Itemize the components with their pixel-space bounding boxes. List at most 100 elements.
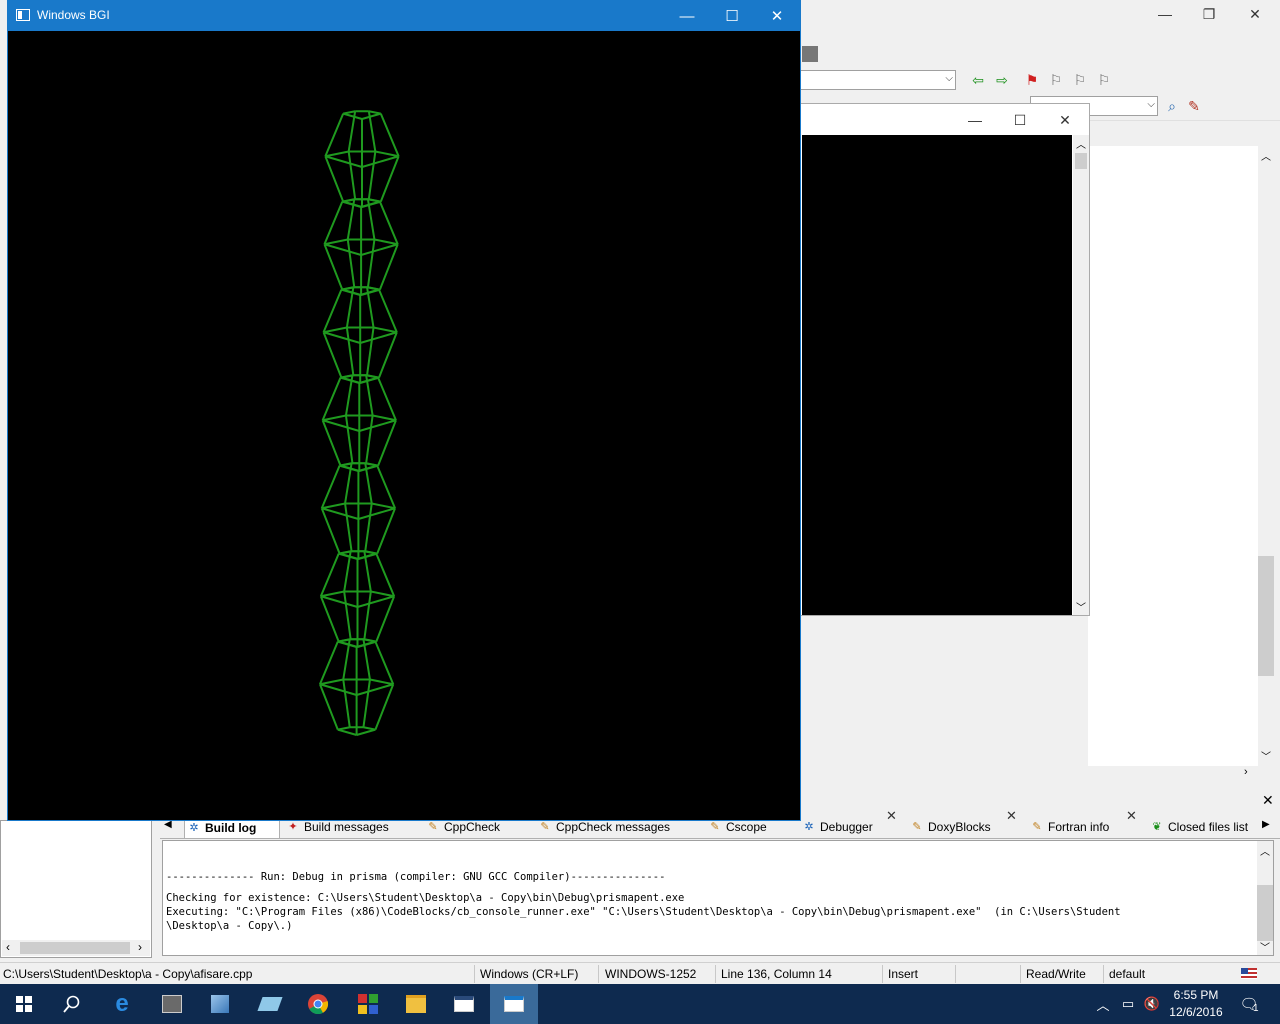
ide-restore-button[interactable]: ❐ xyxy=(1186,0,1232,28)
pencil-icon: ✎ xyxy=(540,821,550,833)
tab-scroll-right-icon[interactable]: ▶ xyxy=(1262,819,1270,830)
wireframe-edge xyxy=(319,683,339,730)
tab-closed-files-list[interactable]: ❦ Closed files list xyxy=(1148,816,1262,838)
clock-date[interactable]: 12/6/2016 xyxy=(1162,1005,1230,1019)
scroll-thumb[interactable] xyxy=(20,942,130,954)
status-profile: default xyxy=(1109,967,1146,981)
console-output-area[interactable] xyxy=(802,135,1072,615)
editor-horizontal-scrollbar[interactable]: › xyxy=(800,766,1274,782)
wireframe-edge xyxy=(358,507,396,520)
tab-fortran-info[interactable]: ✎ Fortran info xyxy=(1028,816,1138,838)
wireframe-edge xyxy=(359,419,397,432)
console-app-icon[interactable] xyxy=(440,984,488,1024)
wireframe-edge xyxy=(342,200,362,208)
log-vertical-scrollbar[interactable]: ︿ ﹀ xyxy=(1257,841,1273,955)
console-window[interactable]: — ☐ ✕ ︿ ﹀ xyxy=(800,103,1090,616)
wireframe-edge xyxy=(339,464,359,472)
scroll-right-icon[interactable]: › xyxy=(1244,766,1248,778)
wireframe-edge xyxy=(341,288,361,296)
scroll-thumb[interactable] xyxy=(1258,556,1274,676)
clock-time[interactable]: 6:55 PM xyxy=(1166,988,1226,1002)
scroll-down-icon[interactable]: ﹀ xyxy=(1260,939,1270,954)
close-logs-icon[interactable]: ✕ xyxy=(1262,792,1274,809)
tools-icon[interactable]: ✎ xyxy=(1184,96,1204,116)
bgi-app-taskbar-button[interactable] xyxy=(490,984,538,1024)
bgi-maximize-button[interactable]: ☐ xyxy=(709,1,755,31)
wireframe-edge xyxy=(373,326,398,334)
close-icon[interactable]: ✕ xyxy=(886,808,897,824)
volume-icon[interactable]: 🔇 xyxy=(1142,984,1162,1024)
wireframe-edge xyxy=(356,683,394,696)
wireframe-edge xyxy=(345,327,355,376)
wireframe-edge xyxy=(379,155,400,202)
bgi-close-button[interactable]: ✕ xyxy=(754,1,800,31)
wireframe-edge xyxy=(322,414,347,422)
prism-wireframe-drawing xyxy=(319,110,400,736)
bgi-minimize-button[interactable]: — xyxy=(664,1,710,31)
ide-minimize-button[interactable]: — xyxy=(1142,0,1188,28)
wireframe-edge xyxy=(342,112,363,120)
notes-app-icon[interactable] xyxy=(246,984,294,1024)
log-line: Checking for existence: C:\Users\Student… xyxy=(166,892,685,904)
store-icon[interactable] xyxy=(148,984,196,1024)
console-maximize-button[interactable]: ☐ xyxy=(998,108,1042,132)
wireframe-edge xyxy=(377,377,397,421)
action-center-button[interactable]: 🗨 1 xyxy=(1234,984,1264,1024)
ide-close-button[interactable]: ✕ xyxy=(1232,0,1278,28)
back-arrow-icon[interactable]: ⇦ xyxy=(968,70,988,90)
bgi-window[interactable]: Windows BGI — ☐ ✕ xyxy=(7,0,801,821)
build-log-output[interactable]: -------------- Run: Debug in prisma (com… xyxy=(162,840,1274,956)
wireframe-edge xyxy=(319,553,340,597)
edge-browser-icon[interactable]: e xyxy=(98,984,146,1024)
tab-doxyblocks[interactable]: ✎ DoxyBlocks xyxy=(908,816,1018,838)
scope-combo[interactable]: ⌵ xyxy=(800,70,956,90)
chrome-icon[interactable] xyxy=(294,984,342,1024)
status-encoding: WINDOWS-1252 xyxy=(605,967,697,981)
gear-icon: ✲ xyxy=(804,821,814,833)
wireframe-edge xyxy=(365,415,374,464)
codeblocks-icon[interactable] xyxy=(344,984,392,1024)
scroll-thumb[interactable] xyxy=(1257,885,1273,941)
wireframe-edge xyxy=(366,239,376,288)
ide-toolbar-1 xyxy=(800,42,1280,69)
tab-debugger[interactable]: ✲ Debugger xyxy=(800,816,900,838)
forward-arrow-icon[interactable]: ⇨ xyxy=(992,70,1012,90)
wireframe-edge xyxy=(347,111,357,152)
scroll-thumb[interactable] xyxy=(1075,153,1087,169)
scroll-down-icon[interactable]: ﹀ xyxy=(1261,748,1271,763)
show-hidden-icons-icon[interactable]: ︿ xyxy=(1094,984,1112,1024)
app-window-icon xyxy=(16,9,30,21)
management-horizontal-scrollbar[interactable]: ‹ › xyxy=(2,940,150,956)
wireframe-edge xyxy=(374,238,398,246)
scroll-up-icon[interactable]: ︿ xyxy=(1261,148,1271,163)
bookmark-flag-icon[interactable]: ⚑ xyxy=(1022,70,1042,90)
wireframe-edge xyxy=(367,151,377,200)
close-icon[interactable]: ✕ xyxy=(1126,808,1137,824)
start-button[interactable] xyxy=(0,984,48,1024)
code-editor[interactable] xyxy=(1088,146,1274,766)
management-panel[interactable] xyxy=(0,820,152,958)
editor-vertical-scrollbar[interactable]: ︿ ﹀ xyxy=(1258,146,1274,766)
wireframe-edge xyxy=(344,503,353,552)
scroll-down-icon[interactable]: ﹀ xyxy=(1076,599,1086,614)
clear-bookmarks-icon[interactable]: ⚐ xyxy=(1094,70,1114,90)
status-divider xyxy=(1020,965,1021,983)
bgi-title-bar[interactable]: Windows BGI — ☐ ✕ xyxy=(8,1,800,31)
scroll-up-icon[interactable]: ︿ xyxy=(1260,843,1270,858)
network-icon[interactable]: ▭ xyxy=(1116,984,1140,1024)
next-bookmark-icon[interactable]: ⚐ xyxy=(1070,70,1090,90)
close-icon[interactable]: ✕ xyxy=(1006,808,1017,824)
scroll-up-icon[interactable]: ︿ xyxy=(1076,136,1086,151)
box-app-icon[interactable] xyxy=(196,984,244,1024)
scroll-left-icon[interactable]: ‹ xyxy=(6,940,10,954)
search-icon[interactable]: ⌕ xyxy=(1162,96,1182,116)
console-vertical-scrollbar[interactable]: ︿ ﹀ xyxy=(1073,135,1089,615)
prev-bookmark-icon[interactable]: ⚐ xyxy=(1046,70,1066,90)
scroll-right-icon[interactable]: › xyxy=(138,940,142,954)
file-explorer-icon[interactable] xyxy=(392,984,440,1024)
taskbar: e ︿ ▭ 🔇 6:55 PM 12/6/2016 🗨 1 xyxy=(0,984,1280,1024)
search-button[interactable] xyxy=(48,984,96,1024)
console-minimize-button[interactable]: — xyxy=(953,108,997,132)
console-close-button[interactable]: ✕ xyxy=(1043,108,1087,132)
keyboard-language-icon[interactable] xyxy=(1241,968,1257,979)
